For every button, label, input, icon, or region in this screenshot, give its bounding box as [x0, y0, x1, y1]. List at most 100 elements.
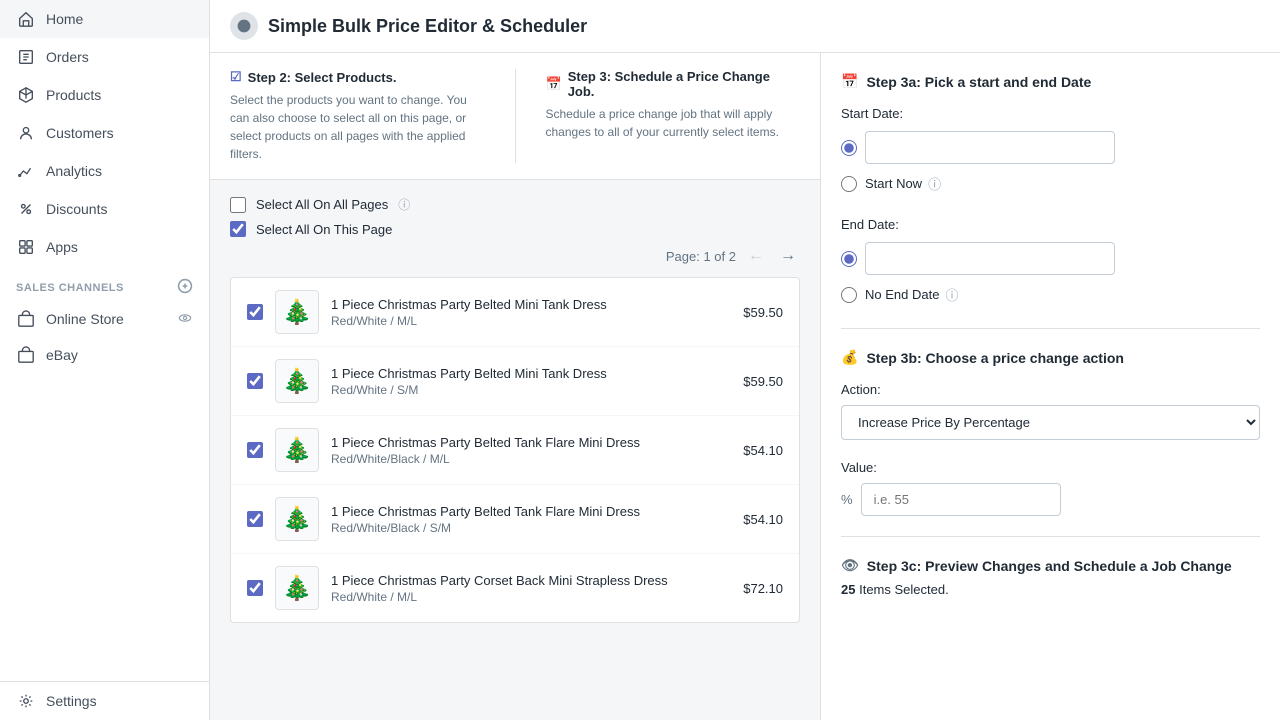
start-date-label: Start Date: [841, 106, 1260, 121]
select-all-page-checkbox[interactable] [230, 221, 246, 237]
step3-desc: Schedule a price change job that will ap… [546, 105, 801, 141]
start-now-radio[interactable] [841, 176, 857, 192]
product-price-1: $59.50 [743, 374, 783, 389]
end-date-specific-row: 01/02/2018 11:44 PM [841, 242, 1260, 275]
sidebar-label-home: Home [46, 11, 83, 27]
action-select[interactable]: Increase Price By Percentage Decrease Pr… [841, 405, 1260, 440]
product-price-0: $59.50 [743, 305, 783, 320]
home-icon [16, 9, 36, 29]
value-prefix: % [841, 492, 853, 507]
select-all-pages-checkbox[interactable] [230, 197, 246, 213]
analytics-icon [16, 161, 36, 181]
start-now-row: Start Now ⓘ [841, 174, 1260, 193]
sidebar-label-orders: Orders [46, 49, 89, 65]
products-icon [16, 85, 36, 105]
start-date-specific-radio[interactable] [841, 140, 857, 156]
add-channel-icon[interactable] [177, 278, 193, 297]
sidebar-item-analytics[interactable]: Analytics [0, 152, 209, 190]
sidebar-item-orders[interactable]: Orders [0, 38, 209, 76]
product-variant-0: Red/White / M/L [331, 314, 731, 328]
sidebar-label-discounts: Discounts [46, 201, 107, 217]
end-date-radio-group: 01/02/2018 11:44 PM No End Date ⓘ [841, 242, 1260, 304]
items-count: 25 [841, 582, 855, 597]
sidebar-label-apps: Apps [46, 239, 78, 255]
product-name-3: 1 Piece Christmas Party Belted Tank Flar… [331, 504, 731, 519]
product-info-1: 1 Piece Christmas Party Belted Mini Tank… [331, 366, 731, 397]
product-list: 🎄 1 Piece Christmas Party Belted Mini Ta… [230, 277, 800, 623]
table-row: 🎄 1 Piece Christmas Party Corset Back Mi… [231, 554, 799, 622]
product-checkbox-3[interactable] [247, 511, 263, 527]
sidebar-item-discounts[interactable]: Discounts [0, 190, 209, 228]
sidebar-item-apps[interactable]: Apps [0, 228, 209, 266]
pagination-row: Page: 1 of 2 ← → [230, 245, 800, 267]
product-price-4: $72.10 [743, 581, 783, 596]
step2-check-icon: ☑ [230, 69, 242, 85]
ebay-icon [16, 345, 36, 365]
value-label: Value: [841, 460, 1260, 475]
sidebar-label-customers: Customers [46, 125, 114, 141]
sidebar-item-products[interactable]: Products [0, 76, 209, 114]
start-date-input[interactable]: 01/02/2018 11:44 PM [865, 131, 1115, 164]
select-all-pages-info-icon[interactable]: ⓘ [398, 196, 410, 213]
step-headers: ☑ Step 2: Select Products. Select the pr… [210, 53, 820, 180]
product-variant-3: Red/White/Black / S/M [331, 521, 731, 535]
no-end-date-label: No End Date ⓘ [865, 285, 958, 304]
no-end-date-row: No End Date ⓘ [841, 285, 1260, 304]
sidebar: Home Orders Products Customers Analytics… [0, 0, 210, 720]
product-info-4: 1 Piece Christmas Party Corset Back Mini… [331, 573, 731, 604]
select-all-page-label: Select All On This Page [256, 222, 392, 237]
prev-page-button[interactable]: ← [744, 245, 768, 267]
end-date-input[interactable]: 01/02/2018 11:44 PM [865, 242, 1115, 275]
online-store-label: Online Store [46, 311, 124, 327]
select-all-pages-row: Select All On All Pages ⓘ [230, 196, 800, 213]
settings-label: Settings [46, 693, 97, 709]
start-now-info-icon[interactable]: ⓘ [928, 174, 941, 193]
product-name-2: 1 Piece Christmas Party Belted Tank Flar… [331, 435, 731, 450]
end-date-specific-radio[interactable] [841, 251, 857, 267]
next-page-button[interactable]: → [776, 245, 800, 267]
app-icon [230, 12, 258, 40]
preview-icon: 👁 [841, 557, 859, 574]
sidebar-bottom: Settings [0, 681, 209, 720]
sidebar-item-online-store[interactable]: Online Store [0, 301, 209, 337]
sidebar-label-analytics: Analytics [46, 163, 102, 179]
page-title: Simple Bulk Price Editor & Scheduler [268, 16, 587, 37]
items-label: Items Selected. [859, 582, 949, 597]
sidebar-item-ebay[interactable]: eBay [0, 337, 209, 373]
sidebar-item-settings[interactable]: Settings [0, 682, 209, 720]
step2-desc: Select the products you want to change. … [230, 91, 485, 163]
product-checkbox-1[interactable] [247, 373, 263, 389]
action-label: Action: [841, 382, 1260, 397]
product-info-0: 1 Piece Christmas Party Belted Mini Tank… [331, 297, 731, 328]
step3c-title: 👁 Step 3c: Preview Changes and Schedule … [841, 557, 1260, 574]
ebay-label: eBay [46, 347, 78, 363]
start-date-section: Start Date: 01/02/2018 11:44 PM Start No… [841, 106, 1260, 193]
sidebar-item-customers[interactable]: Customers [0, 114, 209, 152]
product-image-4: 🎄 [275, 566, 319, 610]
product-name-1: 1 Piece Christmas Party Belted Mini Tank… [331, 366, 731, 381]
items-selected: 25 Items Selected. [841, 582, 1260, 597]
value-input[interactable] [861, 483, 1061, 516]
sidebar-label-products: Products [46, 87, 101, 103]
left-panel: ☑ Step 2: Select Products. Select the pr… [210, 53, 820, 720]
product-checkbox-2[interactable] [247, 442, 263, 458]
product-variant-4: Red/White / M/L [331, 590, 731, 604]
end-date-label: End Date: [841, 217, 1260, 232]
main-content: Simple Bulk Price Editor & Scheduler ☑ S… [210, 0, 1280, 720]
start-date-specific-row: 01/02/2018 11:44 PM [841, 131, 1260, 164]
product-variant-1: Red/White / S/M [331, 383, 731, 397]
no-end-date-info-icon[interactable]: ⓘ [945, 285, 958, 304]
customers-icon [16, 123, 36, 143]
eye-icon[interactable] [177, 310, 193, 329]
sidebar-item-home[interactable]: Home [0, 0, 209, 38]
value-input-row: % [841, 483, 1260, 516]
no-end-date-radio[interactable] [841, 287, 857, 303]
value-section: Value: % [841, 460, 1260, 516]
step3a-title: 📅 Step 3a: Pick a start and end Date [841, 73, 1260, 90]
divider-1 [841, 328, 1260, 329]
product-checkbox-0[interactable] [247, 304, 263, 320]
product-variant-2: Red/White/Black / M/L [331, 452, 731, 466]
product-checkbox-4[interactable] [247, 580, 263, 596]
pagination-text: Page: 1 of 2 [666, 249, 736, 264]
step3-title: 📅 Step 3: Schedule a Price Change Job. [546, 69, 801, 99]
